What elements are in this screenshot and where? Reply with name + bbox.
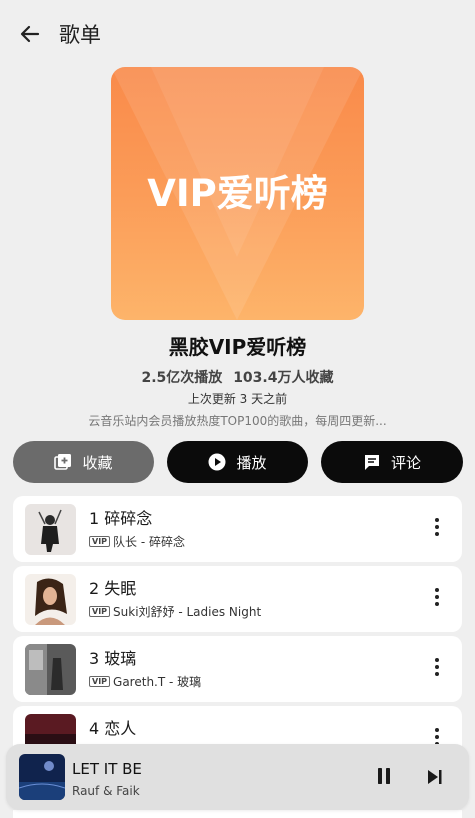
song-artist-album: Gareth.T - 玻璃 xyxy=(113,675,202,689)
album-art xyxy=(25,644,76,695)
now-playing-title: LET IT BE xyxy=(72,760,142,778)
play-all-button[interactable]: 播放 xyxy=(167,441,308,483)
song-subtitle: VIP Suki刘舒妤 - Ladies Night xyxy=(89,603,261,620)
playlist-title: 黑胶VIP爱听榜 xyxy=(168,335,307,359)
song-row[interactable]: 2 失眠 VIP Suki刘舒妤 - Ladies Night xyxy=(13,566,462,632)
now-playing-art xyxy=(19,754,65,800)
playlist-cover[interactable]: VIP爱听榜 xyxy=(111,67,364,320)
song-subtitle: VIP Gareth.T - 玻璃 xyxy=(89,673,201,690)
play-count: 2.5亿次播放 xyxy=(141,370,223,386)
song-artist-album: Suki刘舒妤 - Ladies Night xyxy=(113,605,262,619)
favorite-label: 收藏 xyxy=(82,453,113,472)
album-art xyxy=(25,504,76,555)
song-row[interactable]: 3 玻璃 VIP Gareth.T - 玻璃 xyxy=(13,636,462,702)
now-playing-artist: Rauf & Faik xyxy=(72,784,140,798)
skip-next-icon[interactable] xyxy=(426,768,444,786)
comment-icon xyxy=(364,455,379,470)
song-subtitle: VIP 队长 - 碎碎念 xyxy=(89,533,185,550)
album-art xyxy=(25,574,76,625)
playlist-description[interactable]: 云音乐站内会员播放热度TOP100的歌曲，每周四更新... xyxy=(0,412,475,429)
play-label: 播放 xyxy=(236,453,267,472)
play-circle-icon xyxy=(208,453,226,471)
next-song-row-edge xyxy=(13,810,462,818)
song-title: 2 失眠 xyxy=(89,579,137,598)
action-bar: 收藏 播放 评论 xyxy=(13,441,463,483)
top-bar: 歌单 xyxy=(0,0,475,66)
playlist-stats: 2.5亿次播放 103.4万人收藏 xyxy=(0,367,475,387)
more-options-icon[interactable] xyxy=(434,658,440,680)
cover-title: VIP爱听榜 xyxy=(147,172,328,215)
comment-button[interactable]: 评论 xyxy=(321,441,463,483)
song-row[interactable]: 1 碎碎念 VIP 队长 - 碎碎念 xyxy=(13,496,462,562)
last-updated: 上次更新 3 天之前 xyxy=(187,392,288,406)
song-title: 4 恋人 xyxy=(89,719,137,738)
favorite-button[interactable]: 收藏 xyxy=(13,441,154,483)
favorite-count: 103.4万人收藏 xyxy=(233,370,334,386)
comment-label: 评论 xyxy=(390,453,421,472)
pause-icon[interactable] xyxy=(375,767,393,785)
more-options-icon[interactable] xyxy=(434,588,440,610)
page-title: 歌单 xyxy=(59,23,101,47)
song-artist-album: 队长 - 碎碎念 xyxy=(113,535,185,549)
song-title: 1 碎碎念 xyxy=(89,509,153,528)
vip-badge: VIP xyxy=(89,676,111,687)
add-to-library-icon xyxy=(54,454,72,470)
vip-badge: VIP xyxy=(89,536,111,547)
vip-badge: VIP xyxy=(89,606,111,617)
back-arrow-icon[interactable] xyxy=(18,22,42,46)
song-title: 3 玻璃 xyxy=(89,649,137,668)
more-options-icon[interactable] xyxy=(434,518,440,540)
mini-player[interactable]: LET IT BE Rauf & Faik xyxy=(6,744,469,810)
